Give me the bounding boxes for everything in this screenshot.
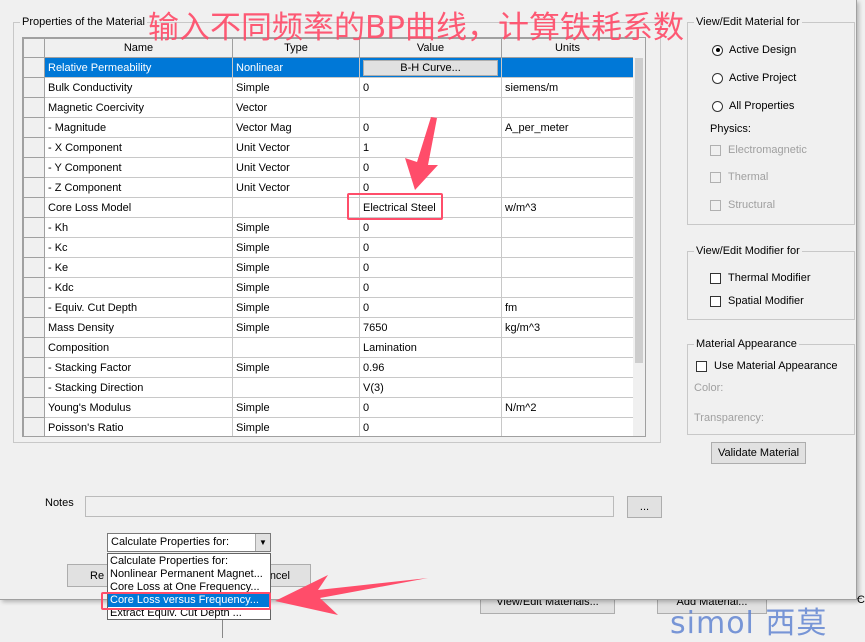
arrow-down-icon [405,117,438,190]
annotation-arrows [275,117,438,615]
arrow-left-icon [275,575,428,615]
watermark-logo: simol 西莫 [670,606,828,641]
